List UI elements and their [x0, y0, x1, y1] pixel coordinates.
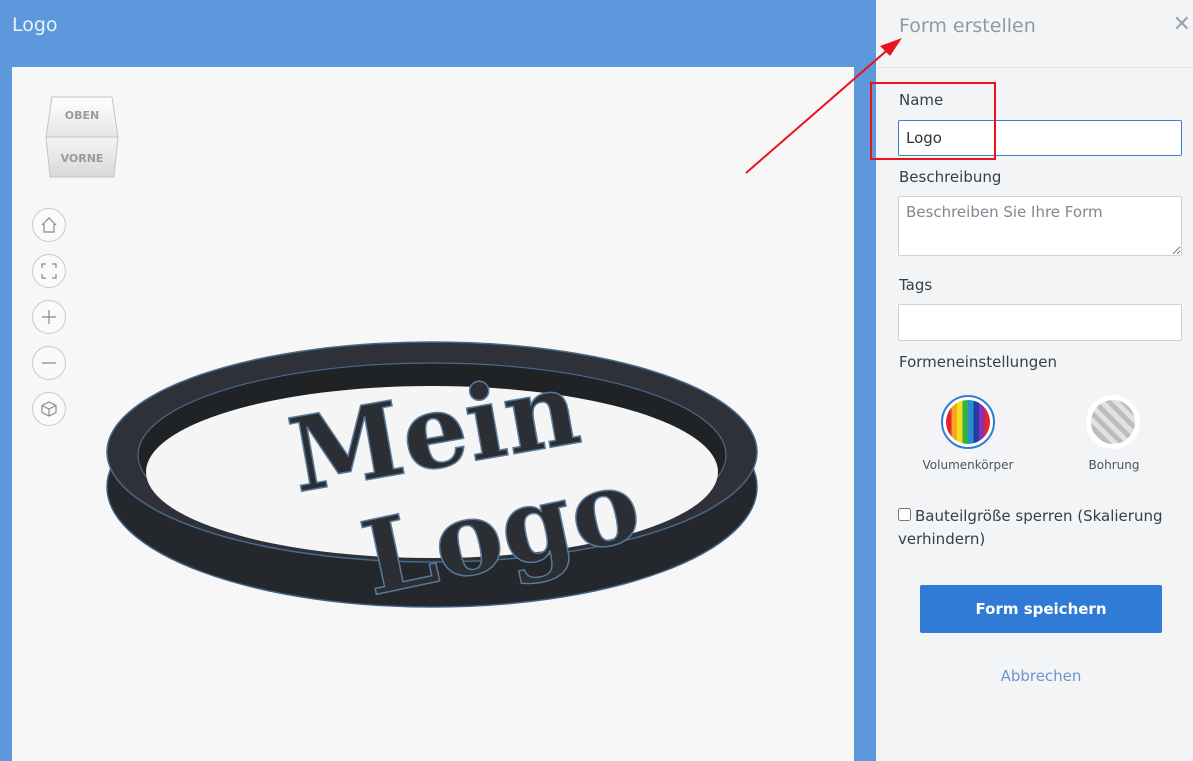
tags-label: Tags: [899, 276, 933, 294]
hole-option-label: Bohrung: [1088, 458, 1140, 472]
solid-option[interactable]: [941, 395, 995, 449]
fit-view-button[interactable]: [32, 254, 66, 288]
lock-size-checkbox[interactable]: [898, 508, 911, 521]
save-shape-button[interactable]: Form speichern: [920, 585, 1162, 633]
hole-option[interactable]: [1086, 395, 1140, 449]
annotation-arrow: [745, 38, 902, 174]
view-cube[interactable]: OBEN VORNE: [42, 91, 122, 183]
cube-icon: [41, 401, 57, 417]
zoom-out-icon: [42, 362, 56, 364]
home-view-button[interactable]: [32, 208, 66, 242]
zoom-in-button[interactable]: [32, 300, 66, 334]
home-icon: [41, 217, 57, 233]
close-icon[interactable]: ✕: [1173, 12, 1191, 37]
viewcube-top-label[interactable]: OBEN: [65, 109, 99, 122]
solid-option-label: Volumenkörper: [922, 458, 1014, 472]
hole-stripes-icon: [1091, 400, 1135, 444]
panel-header: Form erstellen ✕: [876, 0, 1193, 68]
viewcube-front-label[interactable]: VORNE: [61, 152, 104, 165]
shape-settings-label: Formeneinstellungen: [899, 353, 1057, 371]
perspective-button[interactable]: [32, 392, 66, 426]
3d-viewport[interactable]: OBEN VORNE Mein Logo: [12, 67, 854, 761]
workspace-title: Logo: [12, 14, 58, 36]
lock-size-label[interactable]: Bauteilgröße sperren (Skalierung verhind…: [898, 507, 1162, 548]
zoom-out-button[interactable]: [32, 346, 66, 380]
rainbow-swatch-icon: [946, 400, 990, 444]
tags-input[interactable]: [898, 304, 1182, 341]
fit-view-icon: [41, 263, 57, 279]
description-textarea[interactable]: [898, 196, 1182, 256]
description-label: Beschreibung: [899, 168, 1002, 186]
cancel-link[interactable]: Abbrechen: [920, 667, 1162, 685]
zoom-in-icon: [42, 310, 56, 324]
panel-title: Form erstellen: [899, 15, 1036, 37]
3d-model-logo[interactable]: Mein Logo: [92, 327, 782, 627]
lock-size-row: Bauteilgröße sperren (Skalierung verhind…: [898, 505, 1188, 551]
